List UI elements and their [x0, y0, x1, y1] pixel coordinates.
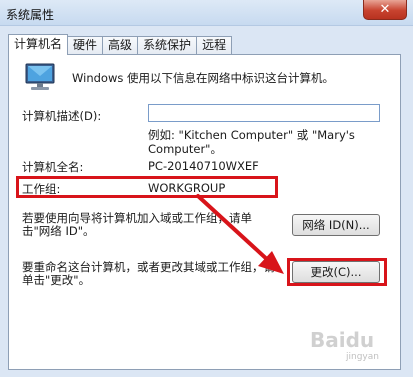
tab-system-protection[interactable]: 系统保护	[137, 36, 198, 55]
network-id-text: 若要使用向导将计算机加入域或工作组，请单击"网络 ID"。	[22, 211, 252, 238]
tab-hardware[interactable]: 硬件	[67, 36, 104, 55]
watermark-logo: Baidu	[310, 328, 375, 352]
workgroup-value: WORKGROUP	[148, 181, 226, 195]
example-text: 例如: "Kitchen Computer" 或 "Mary's Compute…	[148, 128, 355, 156]
window-title: 系统属性	[6, 8, 55, 22]
computer-icon	[25, 63, 55, 90]
watermark-sub: jingyan	[346, 352, 379, 362]
network-id-button[interactable]: 网络 ID(N)...	[292, 214, 380, 236]
full-name-label: 计算机全名:	[22, 160, 84, 174]
description-label: 计算机描述(D):	[22, 109, 102, 123]
intro-text: Windows 使用以下信息在网络中标识这台计算机。	[72, 71, 334, 85]
workgroup-label: 工作组:	[22, 182, 61, 196]
close-icon: ✕	[379, 2, 391, 17]
title-bar: 系统属性 ✕	[0, 0, 413, 26]
tab-strip: 计算机名 硬件 高级 系统保护 远程	[8, 34, 233, 55]
tab-computer-name[interactable]: 计算机名	[8, 34, 69, 55]
tab-advanced[interactable]: 高级	[102, 36, 139, 55]
description-input[interactable]	[148, 104, 380, 122]
tab-remote[interactable]: 远程	[196, 36, 233, 55]
close-button[interactable]: ✕	[363, 0, 407, 20]
change-button[interactable]: 更改(C)...	[292, 261, 380, 283]
rename-text: 要重命名这台计算机，或者更改其域或工作组，请单击"更改"。	[22, 260, 275, 287]
full-name-value: PC-20140710WXEF	[148, 159, 259, 173]
